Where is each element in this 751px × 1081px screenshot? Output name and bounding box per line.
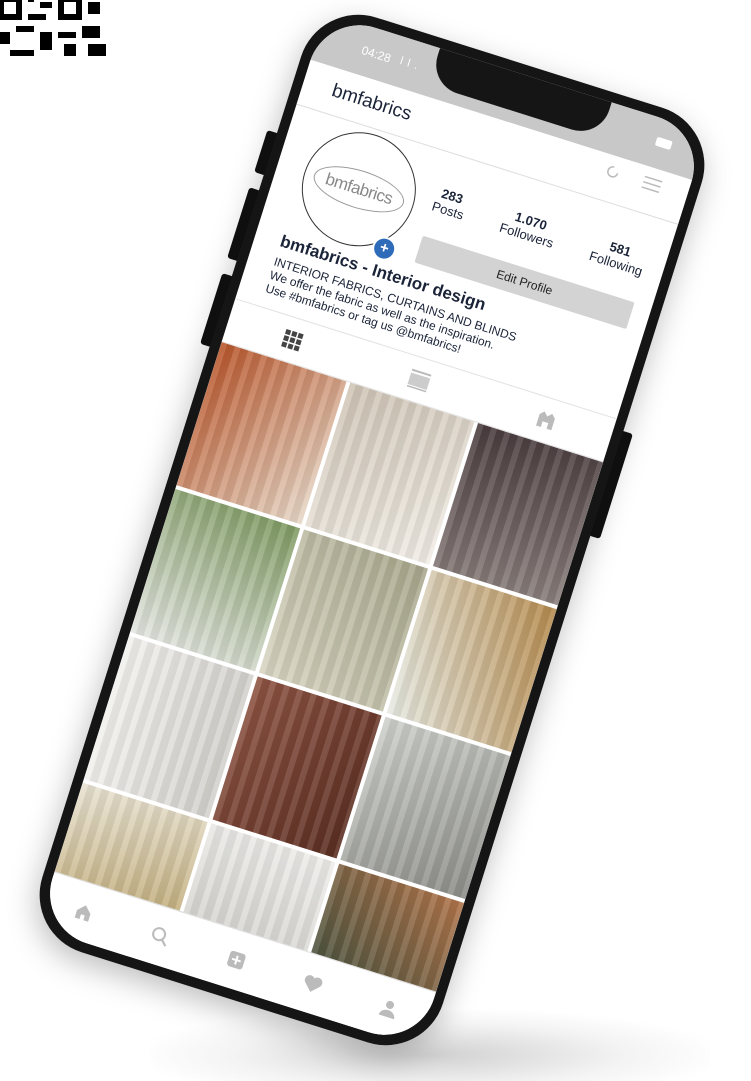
tab-feed[interactable] [405,366,433,394]
qr-code-icon [0,0,112,62]
feed-icon [406,368,432,393]
post-grid [54,342,604,993]
tab-grid[interactable] [278,326,306,354]
phone-mockup: 04:28 l l . bmfabrics bmfabrics + 283 Po… [24,0,720,1061]
tagged-icon [536,411,556,431]
search-icon [152,927,167,947]
phone-screen: 04:28 l l . bmfabrics bmfabrics + 283 Po… [36,12,708,1048]
phone-body: 04:28 l l . bmfabrics bmfabrics + 283 Po… [24,0,720,1061]
nav-search[interactable] [145,921,175,951]
stat-posts[interactable]: 283 Posts [430,184,470,223]
grid-icon [280,328,304,352]
avatar-logo: bmfabrics [308,157,410,222]
stat-followers[interactable]: 1.070 Followers [498,206,560,251]
battery-icon [654,136,673,151]
signal-icon: l l . [398,55,421,73]
stage: 04:28 l l . bmfabrics bmfabrics + 283 Po… [0,0,751,1081]
status-time: 04:28 [359,43,393,66]
nav-activity[interactable] [298,969,328,999]
add-post-icon [227,950,246,970]
nav-home[interactable] [69,897,99,927]
stat-following[interactable]: 581 Following [588,234,649,279]
nav-add-post[interactable] [221,945,251,975]
profile-icon [378,1000,395,1020]
heart-icon [304,975,323,992]
nav-profile[interactable] [374,993,404,1023]
tab-tagged[interactable] [533,407,561,435]
home-icon [74,905,91,922]
